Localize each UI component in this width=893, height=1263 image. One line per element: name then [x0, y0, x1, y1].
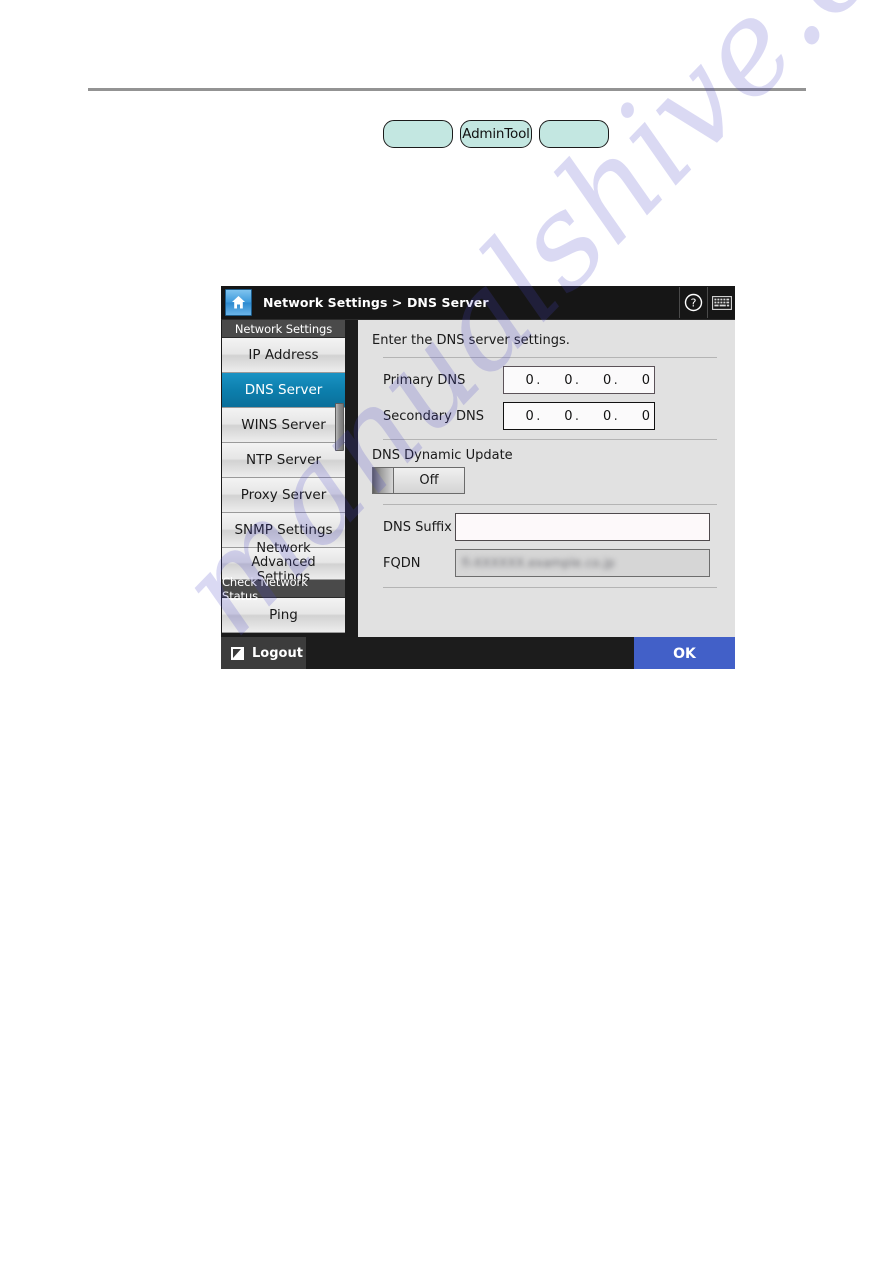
device-body: Network Settings IP Address DNS Server W… — [221, 320, 735, 637]
sidebar-item-proxy-server[interactable]: Proxy Server — [222, 478, 345, 513]
pill-button-row: AdminTool — [383, 120, 609, 148]
home-icon[interactable] — [225, 289, 252, 316]
sidebar-item-ping[interactable]: Ping — [222, 598, 345, 633]
device-header-bar: Network Settings > DNS Server ? — [221, 286, 735, 320]
content-divider-lower — [383, 504, 717, 505]
field-row-dns-suffix: DNS Suffix — [358, 513, 735, 541]
content-intro-text: Enter the DNS server settings. — [372, 333, 570, 348]
page-divider — [88, 88, 806, 91]
sidebar-item-dns-server[interactable]: DNS Server — [222, 373, 345, 408]
device-screen-panel: Network Settings > DNS Server ? Network … — [221, 286, 735, 669]
sidebar-scrollbar-thumb[interactable] — [335, 403, 344, 451]
logout-button[interactable]: Logout — [221, 637, 306, 669]
primary-dns-octet-2: 0 — [564, 372, 573, 388]
primary-dns-sep-3: . — [613, 372, 618, 388]
settings-sidebar: Network Settings IP Address DNS Server W… — [221, 320, 345, 637]
content-divider-bottom — [383, 587, 717, 588]
dns-suffix-input[interactable] — [455, 513, 710, 541]
header-tools: ? — [679, 286, 735, 319]
pill-button-right[interactable] — [539, 120, 609, 148]
logout-label: Logout — [252, 646, 303, 661]
dns-dynamic-update-label: DNS Dynamic Update — [372, 448, 513, 463]
sidebar-section-network-settings: Network Settings — [222, 320, 345, 338]
fqdn-value: fi-XXXXXX.example.co.jp — [462, 556, 615, 570]
secondary-dns-input[interactable]: 0 . 0 . 0 . 0 — [503, 402, 655, 430]
settings-content-pane: Enter the DNS server settings. Primary D… — [358, 320, 735, 637]
logout-icon — [230, 646, 245, 661]
keyboard-icon[interactable] — [707, 287, 735, 318]
breadcrumb: Network Settings > DNS Server — [263, 295, 489, 310]
help-icon[interactable]: ? — [679, 287, 707, 318]
primary-dns-sep-1: . — [536, 372, 541, 388]
footer-spacer — [306, 637, 634, 669]
pill-button-left[interactable] — [383, 120, 453, 148]
sidebar-item-ip-address[interactable]: IP Address — [222, 338, 345, 373]
dns-dynamic-update-state: Off — [419, 473, 439, 488]
secondary-dns-octet-4: 0 — [641, 408, 650, 424]
toggle-knob — [373, 468, 394, 493]
sidebar-item-wins-server[interactable]: WINS Server — [222, 408, 345, 443]
primary-dns-input[interactable]: 0 . 0 . 0 . 0 — [503, 366, 655, 394]
primary-dns-octet-4: 0 — [641, 372, 650, 388]
svg-text:?: ? — [691, 297, 697, 310]
secondary-dns-sep-1: . — [536, 408, 541, 424]
field-row-fqdn: FQDN fi-XXXXXX.example.co.jp — [358, 549, 735, 577]
secondary-dns-octet-1: 0 — [525, 408, 534, 424]
secondary-dns-label: Secondary DNS — [383, 408, 484, 424]
content-divider-middle — [383, 439, 717, 440]
fqdn-label: FQDN — [383, 555, 421, 571]
dns-suffix-label: DNS Suffix — [383, 519, 452, 535]
content-divider-top — [383, 357, 717, 358]
primary-dns-octet-3: 0 — [602, 372, 612, 388]
sidebar-item-ntp-server[interactable]: NTP Server — [222, 443, 345, 478]
sidebar-content-gap — [345, 320, 358, 637]
secondary-dns-sep-2: . — [574, 408, 580, 424]
secondary-dns-octet-2: 0 — [564, 408, 573, 424]
field-row-secondary-dns: Secondary DNS 0 . 0 . 0 . 0 — [358, 402, 735, 430]
device-footer-bar: Logout OK — [221, 637, 735, 669]
dns-dynamic-update-toggle[interactable]: Off — [372, 467, 465, 494]
secondary-dns-sep-3: . — [613, 408, 618, 424]
ok-button[interactable]: OK — [634, 637, 735, 669]
primary-dns-sep-2: . — [574, 372, 580, 388]
primary-dns-octet-1: 0 — [525, 372, 534, 388]
fqdn-input: fi-XXXXXX.example.co.jp — [455, 549, 710, 577]
pill-button-admintool[interactable]: AdminTool — [460, 120, 532, 148]
primary-dns-label: Primary DNS — [383, 372, 466, 388]
sidebar-section-check-network-status: Check Network Status — [222, 575, 345, 603]
secondary-dns-octet-3: 0 — [602, 408, 612, 424]
field-row-primary-dns: Primary DNS 0 . 0 . 0 . 0 — [358, 366, 735, 394]
